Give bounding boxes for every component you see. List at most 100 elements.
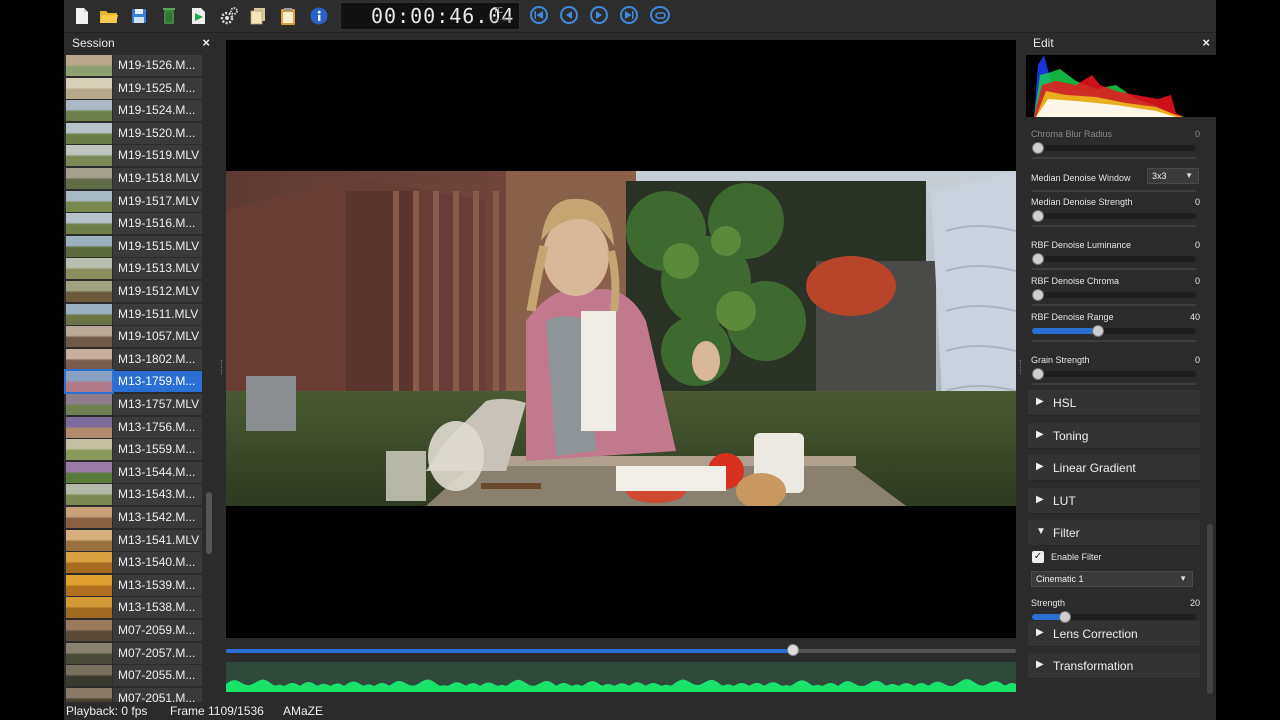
histogram (1026, 55, 1216, 117)
save-icon[interactable] (129, 6, 149, 26)
playback-fps-status: Playback: 0 fps (66, 704, 148, 718)
loop-icon[interactable] (650, 6, 670, 24)
clip-list-item[interactable]: M19-1511.MLV (66, 303, 202, 325)
timecode-toggle[interactable]: [<->] (491, 16, 511, 24)
session-splitter-handle[interactable] (221, 360, 225, 374)
clip-list-item[interactable]: M13-1756.M... (66, 416, 202, 438)
info-icon[interactable] (309, 6, 329, 26)
rbf-denoise-chroma-slider-knob[interactable] (1032, 289, 1044, 301)
skip-to-end-icon[interactable] (620, 6, 638, 24)
timecode-label: TC (493, 6, 504, 15)
rbf-denoise-chroma-label: RBF Denoise Chroma (1031, 276, 1120, 286)
clip-name: M13-1757.MLV (113, 394, 202, 415)
grain-strength-slider[interactable] (1032, 368, 1196, 380)
chevron-down-icon: ▼ (1179, 574, 1187, 583)
section-hsl[interactable]: ▶ HSL (1028, 390, 1200, 416)
clip-list-item[interactable]: M19-1513.MLV (66, 258, 202, 280)
clip-list-item[interactable]: M13-1757.MLV (66, 394, 202, 415)
filter-preset-dropdown[interactable]: Cinematic 1 ▼ (1031, 571, 1193, 587)
clip-thumbnail (66, 100, 112, 122)
clip-list-item[interactable]: M07-2051.M... (66, 687, 202, 702)
clip-list-item[interactable]: M19-1515.MLV (66, 235, 202, 257)
clip-list[interactable]: M19-1526.M... M19-1525.M... M19-1524.M... M… (64, 55, 204, 702)
export-icon[interactable] (189, 6, 209, 26)
grain-strength-label: Grain Strength (1031, 355, 1090, 365)
rbf-denoise-luminance-slider-knob[interactable] (1032, 253, 1044, 265)
edit-splitter-handle[interactable] (1020, 360, 1024, 374)
rbf-denoise-chroma-slider[interactable] (1032, 289, 1196, 301)
section-lut[interactable]: ▶ LUT (1028, 488, 1200, 514)
clip-list-item[interactable]: M13-1541.MLV (66, 529, 202, 551)
clip-list-item[interactable]: M13-1540.M... (66, 552, 202, 574)
clip-name: M13-1539.M... (113, 574, 202, 596)
clip-list-item[interactable]: M13-1559.M... (66, 439, 202, 461)
paste-icon[interactable] (278, 6, 298, 26)
clip-list-item[interactable]: M07-2059.M... (66, 620, 202, 641)
filter-strength-slider-knob[interactable] (1058, 611, 1071, 623)
delete-icon[interactable] (159, 6, 179, 26)
clip-thumbnail (66, 145, 112, 167)
section-transformation[interactable]: ▶ Transformation (1028, 653, 1200, 679)
section-filter[interactable]: ▼ Filter (1028, 520, 1200, 546)
clip-thumbnail (66, 665, 112, 687)
clip-list-item[interactable]: M19-1526.M... (66, 55, 202, 76)
section-toning[interactable]: ▶ Toning (1028, 423, 1200, 449)
clip-name: M13-1538.M... (113, 597, 202, 619)
clip-thumbnail (66, 597, 112, 619)
clip-name: M13-1542.M... (113, 507, 202, 528)
rbf-denoise-luminance-slider[interactable] (1032, 253, 1196, 265)
chroma-blur-radius-slider[interactable] (1032, 142, 1196, 154)
median-denoise-strength-slider[interactable] (1032, 210, 1196, 222)
edit-scrollbar[interactable] (1207, 524, 1213, 694)
median-denoise-window-dropdown[interactable]: 3x3 ▼ (1147, 168, 1199, 184)
play-icon[interactable] (590, 6, 608, 24)
clip-list-item[interactable]: M19-1518.MLV (66, 168, 202, 189)
section-linear-gradient[interactable]: ▶ Linear Gradient (1028, 455, 1200, 481)
clip-thumbnail (66, 484, 112, 506)
chroma-blur-radius-slider-knob[interactable] (1032, 142, 1044, 154)
video-viewer[interactable] (226, 40, 1016, 638)
audio-waveform[interactable] (226, 662, 1016, 692)
open-folder-icon[interactable] (99, 6, 119, 26)
clip-list-item[interactable]: M13-1802.M... (66, 348, 202, 370)
edit-close-button[interactable]: × (1202, 35, 1210, 50)
clip-list-item[interactable]: M13-1543.M... (66, 484, 202, 506)
enable-filter-checkbox[interactable]: ✓ (1032, 551, 1044, 563)
session-scrollbar[interactable] (206, 492, 212, 554)
step-back-icon[interactable] (560, 6, 578, 24)
session-close-button[interactable]: × (202, 35, 210, 50)
new-session-icon[interactable] (72, 6, 92, 26)
clip-list-item[interactable]: M19-1520.M... (66, 122, 202, 144)
median-denoise-strength-slider-knob[interactable] (1032, 210, 1044, 222)
clip-list-item[interactable]: M19-1519.MLV (66, 145, 202, 167)
settings-icon[interactable] (219, 6, 239, 26)
rbf-denoise-range-slider[interactable] (1032, 325, 1196, 337)
clip-list-item[interactable]: M19-1512.MLV (66, 281, 202, 302)
clip-list-item[interactable]: M19-1524.M... (66, 100, 202, 122)
timeline-slider[interactable] (226, 643, 1016, 659)
clip-name: M13-1759.M... (113, 371, 202, 393)
timeline-playhead[interactable] (787, 644, 800, 656)
clip-name: M19-1512.MLV (113, 281, 202, 302)
clip-list-item[interactable]: M19-1525.M... (66, 77, 202, 99)
section-lens-correction[interactable]: ▶ Lens Correction (1028, 621, 1200, 647)
skip-to-start-icon[interactable] (530, 6, 548, 24)
clip-list-item[interactable]: M19-1057.MLV (66, 326, 202, 348)
filter-strength-slider[interactable] (1032, 611, 1196, 623)
rbf-denoise-luminance-value: 0 (1194, 240, 1200, 250)
clip-list-item[interactable]: M13-1539.M... (66, 574, 202, 596)
clip-list-item[interactable]: M19-1516.M... (66, 213, 202, 235)
copy-icon[interactable] (248, 6, 268, 26)
clip-thumbnail (66, 552, 112, 574)
grain-strength-slider-knob[interactable] (1032, 368, 1044, 380)
clip-list-item[interactable]: M13-1542.M... (66, 507, 202, 528)
edit-panel-title: Edit (1033, 36, 1054, 50)
clip-list-item[interactable]: M13-1538.M... (66, 597, 202, 619)
clip-list-item[interactable]: M13-1544.M... (66, 461, 202, 483)
clip-list-item[interactable]: M13-1759.M... (64, 369, 202, 395)
rbf-denoise-range-slider-knob[interactable] (1091, 325, 1104, 337)
clip-list-item[interactable]: M19-1517.MLV (66, 190, 202, 212)
divider (1032, 190, 1196, 192)
clip-list-item[interactable]: M07-2055.M... (66, 665, 202, 687)
clip-list-item[interactable]: M07-2057.M... (66, 642, 202, 664)
